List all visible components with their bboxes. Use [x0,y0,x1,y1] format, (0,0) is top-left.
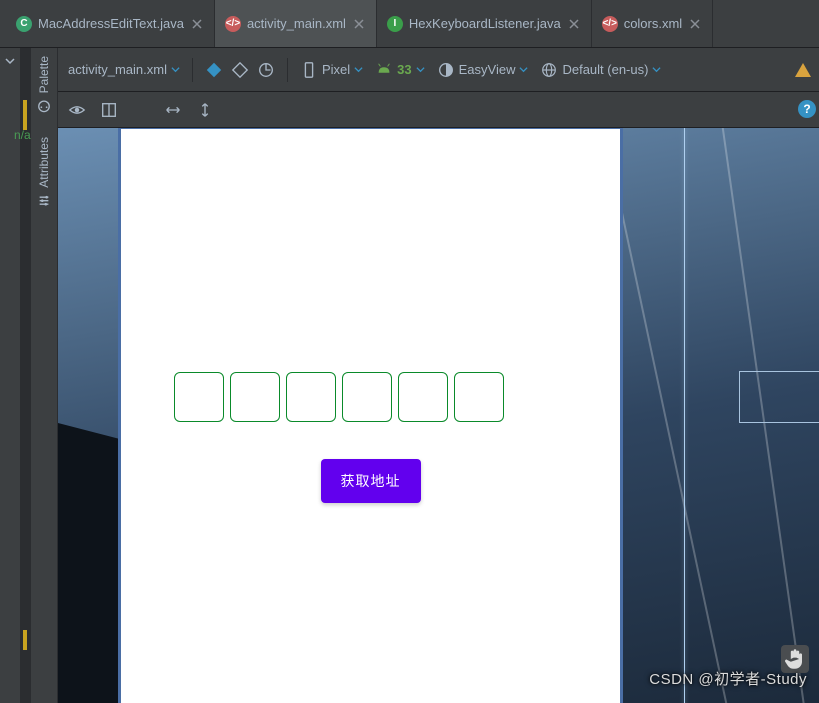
tab-label: MacAddressEditText.java [38,16,184,31]
mac-segment-input[interactable] [398,372,448,422]
close-icon[interactable] [190,17,204,31]
locale-dropdown[interactable]: Default (en-us) [536,61,665,79]
attributes-tab[interactable]: Attributes [37,137,51,208]
blueprint-surface-icon[interactable] [231,61,249,79]
api-dropdown[interactable]: 33 [371,61,428,79]
watermark-text: CSDN @初学者-Study [649,668,807,689]
expand-vertical-icon[interactable] [196,101,214,119]
eye-icon[interactable] [68,101,86,119]
locale-label: Default (en-us) [562,62,648,77]
designer-toolbar: activity_main.xml Pixel 33 [58,48,819,92]
device-dropdown[interactable]: Pixel [296,61,367,79]
blueprint-mac-input-outline [739,371,819,423]
api-level-label: 33 [397,62,411,77]
current-file-label: activity_main.xml [68,62,167,77]
globe-icon [540,61,558,79]
orientation-icon[interactable] [257,61,275,79]
collapse-gutter[interactable] [0,48,20,703]
designer-subtoolbar: ? [58,92,819,128]
chevron-down-icon [171,62,180,77]
editor-tab[interactable]: </> activity_main.xml [215,0,377,47]
sliders-icon [37,194,51,208]
mac-segment-input[interactable] [454,372,504,422]
editor-tab[interactable]: </> colors.xml [592,0,714,47]
main-area: n/a Palette Attributes activity_main.xml [0,48,819,703]
chevron-down-icon [416,62,425,77]
chevron-down-icon [5,56,15,66]
help-button[interactable]: ? [798,100,816,118]
file-path-column: n/a [20,48,30,703]
mac-segment-input[interactable] [230,372,280,422]
file-dropdown[interactable]: activity_main.xml [64,62,184,77]
palette-label: Palette [37,56,51,93]
device-preview-surface[interactable]: 获取地址 [118,128,623,703]
palette-icon [37,99,51,113]
close-icon[interactable] [567,17,581,31]
layout-designer: activity_main.xml Pixel 33 [58,48,819,703]
design-canvas[interactable]: 获取地址 CSDN @初学者-Study [58,128,819,703]
mac-segment-input[interactable] [286,372,336,422]
chevron-down-icon [519,62,528,77]
path-hint: n/a [14,128,31,142]
android-icon [375,61,393,79]
warnings-button[interactable] [793,60,813,80]
get-address-button[interactable]: 获取地址 [321,459,421,503]
blueprint-preview-surface[interactable] [684,128,819,703]
close-icon[interactable] [688,17,702,31]
tab-label: HexKeyboardListener.java [409,16,561,31]
tab-label: colors.xml [624,16,683,31]
mac-segment-input[interactable] [174,372,224,422]
chevron-down-icon [652,62,661,77]
theme-label: EasyView [459,62,516,77]
phone-icon [300,61,318,79]
chevron-down-icon [354,62,363,77]
device-label: Pixel [322,62,350,77]
close-icon[interactable] [352,17,366,31]
interface-file-icon: I [387,16,403,32]
xml-file-icon: </> [225,16,241,32]
class-file-icon: C [16,16,32,32]
editor-tabbar: C MacAddressEditText.java </> activity_m… [0,0,819,48]
split-view-icon[interactable] [100,101,118,119]
mac-address-input-group [174,372,504,422]
design-surface-icon[interactable] [205,61,223,79]
editor-tab[interactable]: I HexKeyboardListener.java [377,0,592,47]
warning-icon [793,60,813,80]
palette-tab[interactable]: Palette [37,56,51,113]
mac-segment-input[interactable] [342,372,392,422]
editor-tab[interactable]: C MacAddressEditText.java [6,0,215,47]
tab-label: activity_main.xml [247,16,346,31]
expand-horizontal-icon[interactable] [164,101,182,119]
attributes-label: Attributes [37,137,51,188]
vcs-edit-marks [23,48,37,703]
xml-file-icon: </> [602,16,618,32]
theme-icon [437,61,455,79]
theme-dropdown[interactable]: EasyView [433,61,533,79]
